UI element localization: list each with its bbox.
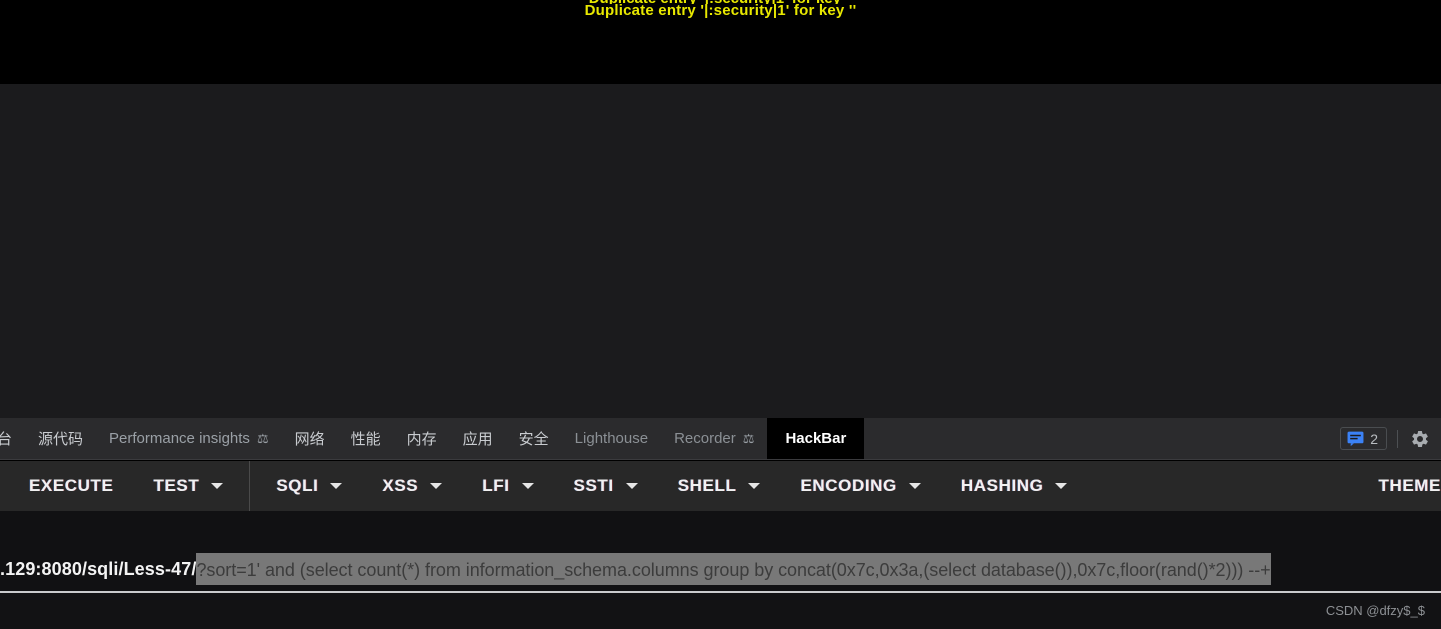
chevron-down-icon <box>521 483 534 489</box>
devtools-tab-console-label: 制台 <box>0 431 13 448</box>
hackbar-url-area: .129:8080/sqli/Less-47/ ?sort=1' and (se… <box>0 511 1441 593</box>
devtools-tab-application[interactable]: 应用 <box>450 418 506 459</box>
issues-count: 2 <box>1370 430 1378 447</box>
devtools-tabbar-spacer <box>864 418 1340 459</box>
chevron-down-icon <box>1055 483 1068 489</box>
hackbar-toolbar: T EXECUTE TEST SQLI XSS LFI SSTI SHELL <box>0 461 1441 511</box>
chevron-down-icon <box>430 483 443 489</box>
hackbar-menu-ssti-label: SSTI <box>573 476 614 495</box>
devtools-tabbar-actions: 2 <box>1340 418 1441 459</box>
devtools-tab-security-label: 安全 <box>518 431 549 448</box>
hackbar-menu-shell[interactable]: SHELL <box>658 476 781 496</box>
hackbar-menu-encoding-label: ENCODING <box>800 476 897 495</box>
hackbar-menu-sqli[interactable]: SQLI <box>256 476 362 496</box>
devtools-tab-memory-label: 内存 <box>406 431 437 448</box>
devtools-tab-performance-label: 性能 <box>350 431 381 448</box>
flask-icon: ⚖ <box>256 430 269 446</box>
devtools-tab-memory[interactable]: 内存 <box>394 418 450 459</box>
hackbar-button-split[interactable]: T <box>0 476 9 496</box>
devtools-tab-recorder[interactable]: Recorder ⚖ <box>661 418 767 459</box>
devtools-tab-performance[interactable]: 性能 <box>338 418 394 459</box>
devtools-tab-console[interactable]: 制台 <box>0 418 25 459</box>
toolbar-divider <box>1397 429 1398 448</box>
chevron-down-icon <box>625 483 638 489</box>
hackbar-button-execute-label: EXECUTE <box>28 476 114 495</box>
chevron-down-icon <box>908 483 921 489</box>
screenshot-root: Duplicate entry '|:security|1' for key '… <box>0 0 1441 629</box>
hackbar-menu-theme[interactable]: THEME <box>1359 476 1441 496</box>
issues-button[interactable]: 2 <box>1340 427 1387 450</box>
hackbar-menu-shell-label: SHELL <box>677 476 737 495</box>
chevron-down-icon <box>211 483 224 489</box>
hackbar-menu-hashing[interactable]: HASHING <box>941 476 1088 496</box>
devtools-tab-security[interactable]: 安全 <box>506 418 562 459</box>
devtools-tab-performance-insights-label: Performance insights <box>109 430 250 447</box>
hackbar-menu-sqli-label: SQLI <box>276 476 319 495</box>
hackbar-url-input[interactable]: .129:8080/sqli/Less-47/ ?sort=1' and (se… <box>0 552 1271 586</box>
csdn-watermark: CSDN @dfzy$_$ <box>1325 603 1425 618</box>
hackbar-menu-lfi-label: LFI <box>482 476 510 495</box>
chevron-down-icon <box>748 483 761 489</box>
page-viewport-body <box>0 84 1441 418</box>
hackbar-menu-test-label: TEST <box>153 476 200 495</box>
devtools-tab-performance-insights[interactable]: Performance insights ⚖ <box>96 418 282 459</box>
hackbar-menu-hashing-label: HASHING <box>960 476 1044 495</box>
hackbar-menu-theme-label: THEME <box>1378 476 1441 495</box>
devtools-tab-recorder-label: Recorder <box>674 430 736 447</box>
gear-icon[interactable] <box>1410 429 1430 449</box>
hackbar-menu-xss-label: XSS <box>382 476 419 495</box>
hackbar-menu-ssti[interactable]: SSTI <box>554 476 658 496</box>
chevron-down-icon <box>330 483 343 489</box>
devtools-tab-application-label: 应用 <box>462 431 493 448</box>
devtools-tab-hackbar-label: HackBar <box>785 430 847 447</box>
devtools-tab-hackbar[interactable]: HackBar <box>767 418 865 459</box>
hackbar-menu-encoding[interactable]: ENCODING <box>780 476 940 496</box>
devtools-tab-sources[interactable]: 源代码 <box>25 418 96 459</box>
hackbar-divider <box>249 461 251 511</box>
hackbar-menu-lfi[interactable]: LFI <box>462 476 553 496</box>
devtools-tab-network[interactable]: 网络 <box>282 418 338 459</box>
sql-error-message: Duplicate entry '|:security|1' for key '… <box>584 2 857 19</box>
url-prefix-text: .129:8080/sqli/Less-47/ <box>0 559 197 579</box>
hackbar-menu-xss[interactable]: XSS <box>362 476 462 496</box>
devtools-tab-sources-label: 源代码 <box>38 431 84 448</box>
message-issues-icon <box>1347 431 1364 447</box>
devtools-tab-lighthouse-label: Lighthouse <box>574 430 649 447</box>
devtools-tab-bar: 制台 源代码 Performance insights ⚖ 网络 性能 内存 应… <box>0 418 1441 460</box>
devtools-tab-lighthouse[interactable]: Lighthouse <box>562 418 661 459</box>
footer-bar: CSDN @dfzy$_$ <box>0 593 1441 629</box>
page-viewport-top: Duplicate entry '|:security|1' for key '… <box>0 0 1441 84</box>
devtools-tab-network-label: 网络 <box>294 431 325 448</box>
hackbar-button-execute[interactable]: EXECUTE <box>9 476 134 496</box>
url-selected-payload: ?sort=1' and (select count(*) from infor… <box>196 553 1271 585</box>
flask-icon: ⚖ <box>742 430 755 446</box>
hackbar-menu-test[interactable]: TEST <box>133 476 243 496</box>
